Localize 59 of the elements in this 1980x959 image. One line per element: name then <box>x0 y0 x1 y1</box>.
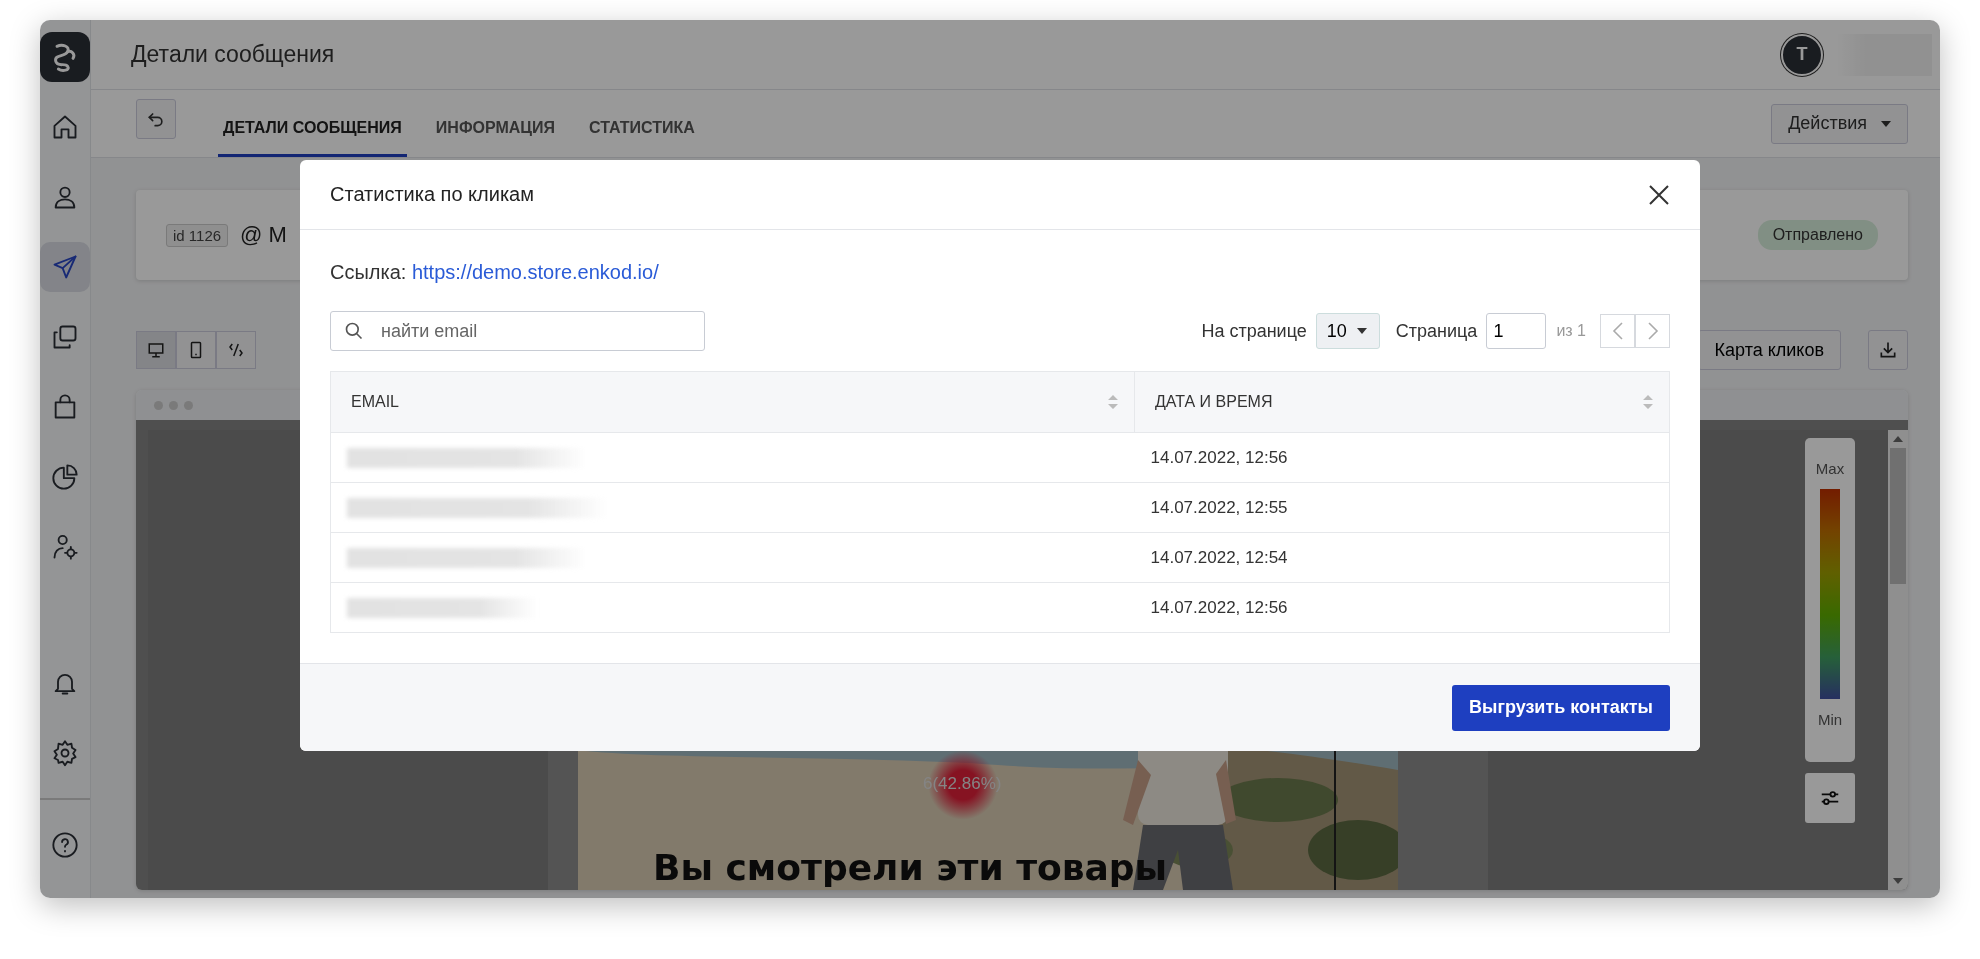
legend-min: Min <box>1817 711 1843 728</box>
page-total: из 1 <box>1556 322 1586 340</box>
tab[interactable]: ИНФОРМАЦИЯ <box>430 90 561 157</box>
caret-icon <box>1881 120 1891 127</box>
message-subject: @ M <box>240 222 288 248</box>
code-icon <box>227 341 245 359</box>
sidebar-item[interactable] <box>40 242 90 292</box>
page-input[interactable]: 1 <box>1486 313 1547 349</box>
chevron-left-icon <box>1611 322 1624 340</box>
link[interactable]: https://demo.store.enkod.io/ <box>411 261 659 283</box>
page-label: Страница <box>1395 320 1478 342</box>
page-title: Детали сообщения <box>131 41 336 68</box>
per-page-label: На странице <box>1201 320 1307 342</box>
tab[interactable]: СТАТИСТИКА <box>584 90 700 157</box>
close-button[interactable] <box>1648 183 1670 206</box>
download-icon <box>1878 340 1898 360</box>
table-cell: 14.07.2022, 12:55 <box>1134 482 1670 533</box>
search-field[interactable]: найти email <box>330 311 705 351</box>
filter-button[interactable] <box>1805 773 1855 823</box>
column-header[interactable]: EMAIL <box>351 393 399 411</box>
scroll-up-icon[interactable] <box>1893 436 1903 442</box>
pie-chart-icon <box>51 463 79 491</box>
user-settings-icon <box>51 533 79 561</box>
per-page-select[interactable]: 10 <box>1315 313 1380 349</box>
table-cell: 14.07.2022, 12:54 <box>1134 532 1670 583</box>
avatar[interactable]: T <box>1781 33 1823 76</box>
close-icon <box>1648 183 1670 206</box>
settings-icon <box>51 739 79 767</box>
window-dot <box>169 400 178 410</box>
status-badge: Отправлено <box>1757 220 1878 250</box>
copy-icon <box>51 323 79 351</box>
back-button[interactable] <box>136 98 176 139</box>
id-badge: id 1126 <box>166 223 229 247</box>
table-cell: 14.07.2022, 12:56 <box>1134 432 1670 483</box>
download-button[interactable] <box>1868 330 1908 370</box>
window-dot <box>154 400 163 410</box>
scrollbar-thumb[interactable] <box>1890 448 1906 584</box>
view-button[interactable] <box>136 331 176 369</box>
scroll-down-icon[interactable] <box>1893 878 1903 884</box>
send-icon <box>51 253 79 281</box>
view-button[interactable] <box>216 331 256 369</box>
dialog-title: Статистика по кликам <box>330 183 535 206</box>
click-map-button[interactable]: Карта кликов <box>1697 330 1841 370</box>
search-icon <box>344 321 364 341</box>
home-icon <box>51 113 79 141</box>
actions-button[interactable]: Действия <box>1771 103 1908 144</box>
window-dot <box>184 400 193 410</box>
view-button[interactable] <box>176 331 216 369</box>
export-button[interactable]: Выгрузить контакты <box>1452 684 1670 731</box>
chevron-right-icon <box>1646 322 1659 340</box>
tab[interactable]: ДЕТАЛИ СООБЩЕНИЯ <box>218 90 407 157</box>
caret-icon <box>1356 328 1367 334</box>
column-header[interactable]: ДАТА И ВРЕМЯ <box>1155 393 1273 411</box>
desktop-icon <box>147 341 165 359</box>
link-line: Ссылка: https://demo.store.enkod.io/ <box>330 261 660 284</box>
legend-max: Max <box>1815 460 1845 477</box>
scrollbar[interactable] <box>1888 430 1908 890</box>
table-cell: 14.07.2022, 12:56 <box>1134 582 1670 633</box>
help-icon <box>51 831 79 859</box>
